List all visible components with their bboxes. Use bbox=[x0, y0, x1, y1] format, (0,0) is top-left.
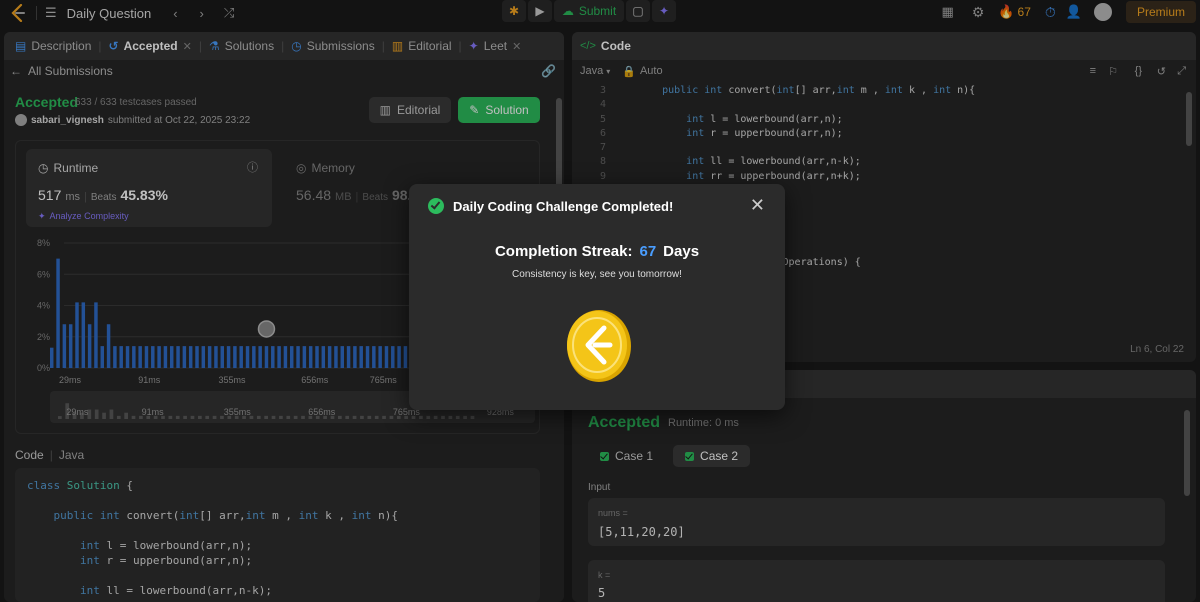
streak-value: 67 bbox=[639, 243, 657, 260]
streak-line: Completion Streak: 67 Days bbox=[494, 243, 700, 260]
daily-challenge-modal: Daily Coding Challenge Completed! ✕ Comp… bbox=[409, 184, 785, 410]
modal-message: Consistency is key, see you tomorrow! bbox=[512, 269, 682, 280]
modal-title: Daily Coding Challenge Completed! bbox=[453, 199, 674, 214]
close-modal-icon[interactable]: ✕ bbox=[750, 195, 765, 216]
leetcode-coin-icon bbox=[567, 310, 631, 382]
success-check-icon bbox=[428, 198, 444, 214]
